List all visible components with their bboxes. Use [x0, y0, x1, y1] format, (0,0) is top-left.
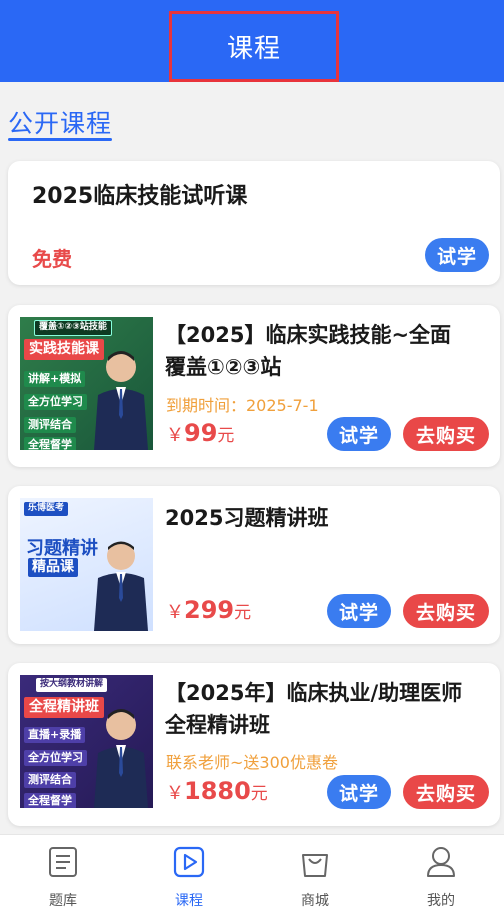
tab-label: 课程: [175, 893, 203, 908]
thumbnail-tag: 全方位学习: [24, 394, 87, 411]
course-price: ￥1880元: [166, 777, 268, 805]
section-title: 公开课程: [8, 109, 113, 138]
instructor-portrait: [94, 351, 148, 450]
course-title-line: 2025习题精讲班: [165, 506, 329, 530]
instructor-portrait: [94, 541, 148, 631]
app-header: 课程: [0, 0, 504, 82]
thumbnail-badge: 覆盖①②③站技能: [34, 320, 112, 336]
thumbnail-headline: 习题精讲: [26, 538, 98, 559]
course-title-line: 【2025年】临床执业/助理医师: [165, 681, 463, 705]
buy-button[interactable]: 去购买: [403, 775, 489, 809]
thumbnail-tag: 测评结合: [24, 772, 76, 789]
course-title: 2025临床技能试听课: [32, 184, 248, 209]
tab-shop[interactable]: 商城: [252, 835, 378, 908]
course-title-line: 覆盖①②③站: [165, 355, 282, 379]
shopping-bag-icon: [302, 854, 328, 877]
course-thumbnail: 按大纲教材讲解 全程精讲班 直播+录播 全方位学习 测评结合 全程督学: [20, 675, 153, 808]
course-thumbnail: 覆盖①②③站技能 实践技能课 讲解+模拟 全方位学习 测评结合 全程督学: [20, 317, 153, 450]
thumbnail-tag: 讲解+模拟: [24, 371, 86, 388]
course-card[interactable]: 乐博医考 习题精讲 精品课 2025习题精讲班 ￥299元 试学 去购买: [8, 486, 500, 644]
bottom-tab-bar: 题库 课程 商城 我的: [0, 834, 504, 908]
course-card[interactable]: 覆盖①②③站技能 实践技能课 讲解+模拟 全方位学习 测评结合 全程督学 【20…: [8, 305, 500, 467]
try-button[interactable]: 试学: [327, 594, 391, 628]
thumbnail-background: 乐博医考 习题精讲 精品课: [20, 498, 153, 631]
thumbnail-tag: 测评结合: [24, 417, 76, 434]
price-unit: 元: [234, 603, 252, 623]
course-title: 【2025年】临床执业/助理医师 全程精讲班: [165, 677, 487, 741]
tab-label: 我的: [427, 893, 455, 908]
price-symbol: ￥: [166, 783, 184, 804]
thumbnail-background: 按大纲教材讲解 全程精讲班 直播+录播 全方位学习 测评结合 全程督学: [20, 675, 153, 808]
instructor-portrait: [94, 709, 148, 808]
course-expiry: 到期时间：2025-7-1: [166, 396, 319, 415]
price-value: 299: [184, 596, 235, 624]
try-button[interactable]: 试学: [425, 238, 489, 272]
try-button[interactable]: 试学: [327, 417, 391, 451]
tab-courses[interactable]: 课程: [126, 835, 252, 908]
header-title-highlight: 课程: [169, 11, 339, 82]
thumbnail-tag: 全方位学习: [24, 750, 87, 767]
price-value: 99: [184, 419, 218, 447]
course-title-line: 【2025】临床实践技能~全面: [165, 323, 452, 347]
thumbnail-badge: 乐博医考: [24, 502, 69, 516]
section-underline: [8, 138, 112, 141]
tab-label: 题库: [49, 893, 77, 908]
course-card[interactable]: 按大纲教材讲解 全程精讲班 直播+录播 全方位学习 测评结合 全程督学 【202…: [8, 663, 500, 826]
thumbnail-background: 覆盖①②③站技能 实践技能课 讲解+模拟 全方位学习 测评结合 全程督学: [20, 317, 153, 450]
price-symbol: ￥: [166, 602, 184, 623]
price-symbol: ￥: [166, 425, 184, 446]
buy-button[interactable]: 去购买: [403, 417, 489, 451]
thumbnail-headline2: 精品课: [28, 558, 78, 578]
price-unit: 元: [217, 426, 235, 446]
person-icon: [427, 847, 455, 877]
course-title: 【2025】临床实践技能~全面 覆盖①②③站: [165, 319, 487, 383]
try-button[interactable]: 试学: [327, 775, 391, 809]
course-price-free: 免费: [32, 247, 72, 271]
course-title-line: 全程精讲班: [165, 713, 270, 737]
free-course-card[interactable]: 2025临床技能试听课 免费 试学: [8, 161, 500, 285]
course-title: 2025习题精讲班: [165, 502, 487, 534]
price-value: 1880: [184, 777, 251, 805]
page-title: 课程: [226, 34, 281, 64]
thumbnail-tag: 全程督学: [24, 793, 76, 808]
price-unit: 元: [250, 784, 268, 804]
course-price: ￥99元: [166, 419, 234, 447]
tab-mine[interactable]: 我的: [378, 835, 504, 908]
question-bank-icon: [49, 847, 77, 877]
buy-button[interactable]: 去购买: [403, 594, 489, 628]
course-promo: 联系老师~送300优惠卷: [166, 753, 338, 772]
tab-question-bank[interactable]: 题库: [0, 835, 126, 908]
play-course-icon: [173, 846, 205, 878]
course-price: ￥299元: [166, 596, 251, 624]
tab-label: 商城: [301, 893, 329, 908]
course-thumbnail: 乐博医考 习题精讲 精品课: [20, 498, 153, 631]
thumbnail-badge: 按大纲教材讲解: [36, 678, 108, 692]
thumbnail-tag: 直播+录播: [24, 727, 86, 744]
thumbnail-tag: 全程督学: [24, 437, 76, 450]
